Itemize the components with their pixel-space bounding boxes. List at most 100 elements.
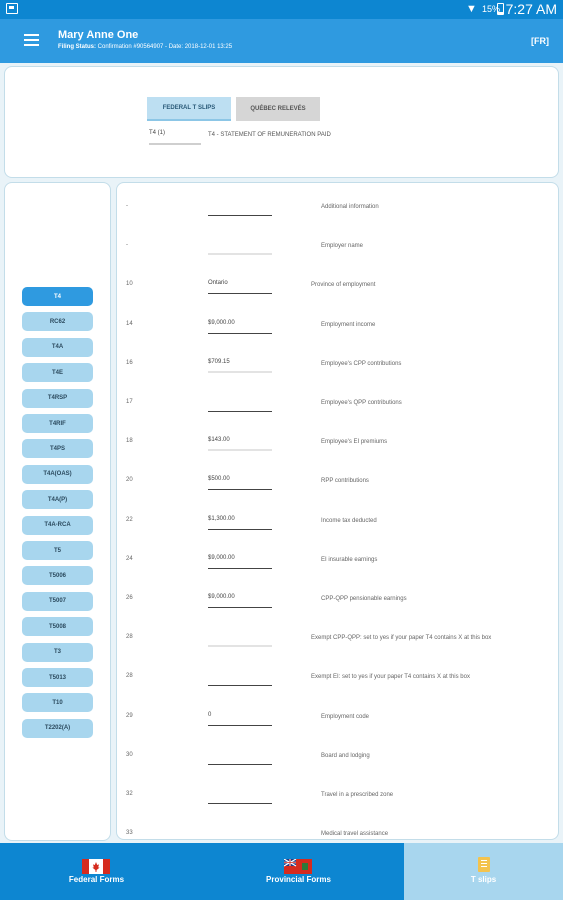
box-number: 30 <box>126 751 133 758</box>
slip-code-selector[interactable]: T4 (1) <box>149 130 165 136</box>
form-row: 16 $709.15 Employee's CPP contributions <box>117 346 558 385</box>
ontario-flag-icon <box>284 859 312 874</box>
box-label: Employee's QPP contributions <box>321 400 402 406</box>
sidebar-item-t4rsp[interactable]: T4RSP <box>22 388 93 408</box>
box-label: Exempt CPP-QPP: set to yes if your paper… <box>311 635 492 642</box>
box-label: Income tax deducted <box>321 517 377 524</box>
form-row: - Employer name <box>117 228 558 267</box>
nav-provincial-forms[interactable]: Provincial Forms <box>193 843 404 900</box>
box-number: 14 <box>126 320 133 327</box>
box-value-field[interactable]: $709.15 <box>208 359 272 373</box>
form-row: 20 $500.00 RPP contributions <box>117 463 558 502</box>
form-row: 33 Medical travel assistance <box>117 816 558 839</box>
box-number: 18 <box>126 438 133 445</box>
box-number: 22 <box>126 516 133 523</box>
sidebar-item-t4ps[interactable]: T4PS <box>22 439 93 459</box>
page-title: Mary Anne One <box>58 29 139 41</box>
box-label: RPP contributions <box>321 478 369 485</box>
box-label: Exempt EI: set to yes if your paper T4 c… <box>311 674 470 681</box>
form-row: 24 $9,000.00 EI insurable earnings <box>117 542 558 581</box>
box-value-field[interactable] <box>208 672 272 687</box>
box-label: EI insurable earnings <box>321 556 378 563</box>
box-value-field[interactable] <box>208 398 272 412</box>
box-value-field[interactable] <box>208 790 272 804</box>
form-row: 22 $1,300.00 Income tax deducted <box>117 503 558 542</box>
sidebar-item-rc62[interactable]: RC62 <box>22 312 93 332</box>
form-row: 26 $9,000.00 CPP-QPP pensionable earnings <box>117 581 558 620</box>
box-label: CPP-QPP pensionable earnings <box>321 596 407 602</box>
box-value-field[interactable] <box>208 241 272 256</box>
sidebar-item-t4a-p[interactable]: T4A(P) <box>22 490 93 510</box>
app-bar: Mary Anne One Filing Status: Confirmatio… <box>0 19 563 63</box>
box-value-field[interactable]: $500.00 <box>208 476 272 491</box>
sidebar-item-t5006[interactable]: T5006 <box>22 566 93 586</box>
sidebar-item-t4a-oas[interactable]: T4A(OAS) <box>22 464 93 484</box>
box-value-field[interactable]: $9,000.00 <box>208 594 272 608</box>
nav-federal-forms[interactable]: Federal Forms <box>0 843 193 900</box>
sidebar-item-t5[interactable]: T5 <box>22 541 93 560</box>
box-number: 16 <box>126 359 133 366</box>
box-number: 29 <box>126 712 133 719</box>
language-button[interactable]: [FR] <box>531 36 549 46</box>
box-number: 32 <box>126 791 133 797</box>
box-number: 28 <box>126 634 133 641</box>
form-row: 17 Employee's QPP contributions <box>117 385 558 424</box>
box-label: Board and lodging <box>321 752 370 759</box>
box-value-field[interactable] <box>208 829 272 839</box>
box-value-field[interactable]: 0 <box>208 712 272 726</box>
box-value-field[interactable]: $9,000.00 <box>208 320 272 334</box>
sidebar-item-t4a-rca[interactable]: T4A-RCA <box>22 515 93 535</box>
clock: 7:27 AM <box>505 1 557 17</box>
box-label: Travel in a prescribed zone <box>321 792 394 798</box>
box-label: Province of employment <box>311 282 376 289</box>
box-number: 33 <box>126 830 133 837</box>
box-value-field[interactable] <box>208 633 272 648</box>
box-label: Employment income <box>321 321 376 328</box>
box-number: 26 <box>126 595 133 601</box>
box-number: 17 <box>126 399 133 405</box>
box-label: Employee's EI premiums <box>321 439 388 446</box>
nav-federal-label: Federal Forms <box>68 875 125 884</box>
slip-code-underline <box>149 143 201 145</box>
form-row: 29 0 Employment code <box>117 699 558 738</box>
wifi-icon: ▼ <box>466 3 477 15</box>
battery-icon <box>497 3 504 15</box>
sidebar-item-t5013[interactable]: T5013 <box>22 668 93 687</box>
box-value-field[interactable] <box>208 751 272 765</box>
box-label: Employer name <box>321 243 364 250</box>
sidebar-item-t3[interactable]: T3 <box>22 642 93 662</box>
box-value-field[interactable]: Ontario <box>208 280 272 295</box>
box-value-field[interactable] <box>208 202 272 216</box>
sidebar-item-t5008[interactable]: T5008 <box>22 617 93 637</box>
sidebar-item-t4[interactable]: T4 <box>22 287 93 306</box>
nav-tslips[interactable]: T slips <box>404 843 563 900</box>
form-row: 18 $143.00 Employee's EI premiums <box>117 424 558 463</box>
t4-form: - Additional information - Employer name 10 O… <box>116 182 559 840</box>
sidebar-item-t5007[interactable]: T5007 <box>22 591 93 611</box>
nav-tslips-label: T slips <box>470 875 497 884</box>
box-value-field[interactable]: $143.00 <box>208 437 272 452</box>
sidebar-item-t4rif[interactable]: T4RIF <box>22 414 93 433</box>
box-number: 20 <box>126 477 133 484</box>
sidebar-item-t2202-a[interactable]: T2202(A) <box>22 718 93 738</box>
form-row: 28 Exempt CPP-QPP: set to yes if your pap… <box>117 620 558 659</box>
menu-icon[interactable] <box>24 34 39 46</box>
sidebar-item-t4a[interactable]: T4A <box>22 337 93 357</box>
form-row: 30 Board and lodging <box>117 738 558 777</box>
sidebar-item-t4e[interactable]: T4E <box>22 363 93 383</box>
form-row: - Additional information <box>117 189 558 228</box>
tab-federal-slips[interactable]: FEDERAL T SLIPS <box>147 97 231 121</box>
box-label: Additional information <box>321 204 379 210</box>
status-bar: ▼ 15% 7:27 AM <box>0 0 563 19</box>
box-number: 28 <box>126 673 133 680</box>
tab-quebec-releves[interactable]: QUÉBEC RELEVÉS <box>236 97 320 121</box>
document-icon <box>478 857 490 872</box>
box-value-field[interactable]: $1,300.00 <box>208 516 272 530</box>
form-row: 32 Travel in a prescribed zone <box>117 777 558 816</box>
box-value-field[interactable]: $9,000.00 <box>208 555 272 569</box>
box-number: 10 <box>126 281 133 288</box>
confirmation-text: Confirmation #90564907 - Date: 2018-12-0… <box>97 44 233 50</box>
sidebar-item-t10[interactable]: T10 <box>22 693 93 713</box>
box-label: Employee's CPP contributions <box>321 360 402 367</box>
form-row: 28 Exempt EI: set to yes if your paper T4… <box>117 659 558 698</box>
